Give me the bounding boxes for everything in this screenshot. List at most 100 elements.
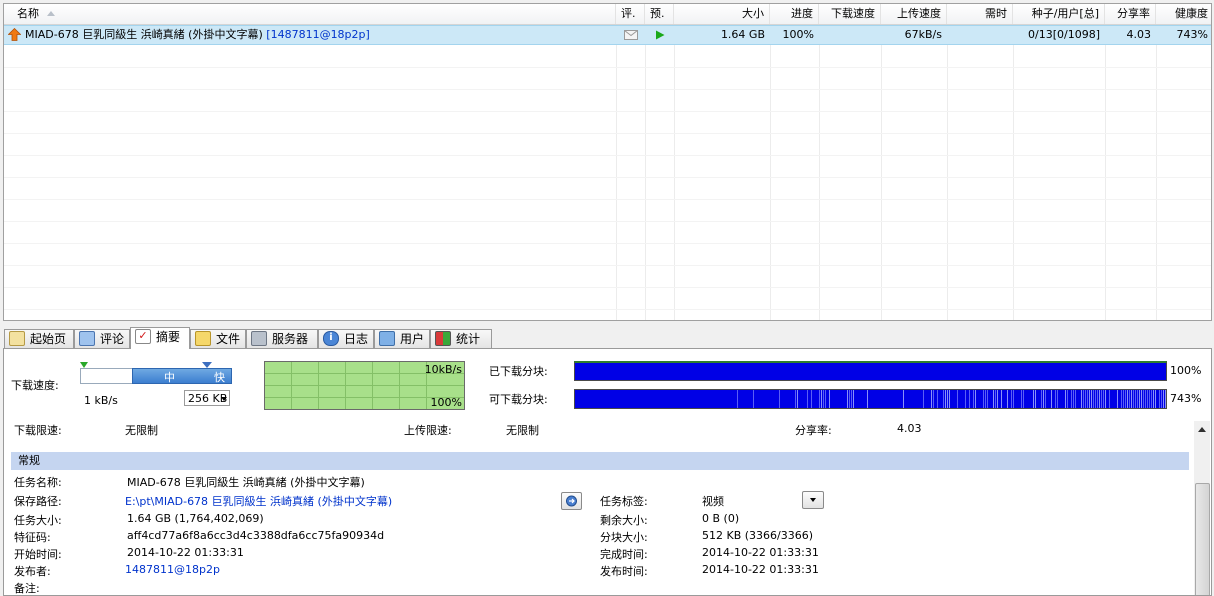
available-pieces-pct: 743% [1170,392,1202,405]
torrent-name: MIAD-678 巨乳同級生 浜崎真緒 (外掛中文字幕) [25,28,263,41]
availability-stripe [753,390,754,408]
chevron-down-icon [221,397,227,401]
availability-stripe [969,390,970,408]
comment-cell[interactable] [616,26,645,44]
availability-stripe [1149,390,1150,408]
speed-dropdown[interactable]: 256 KB [184,390,230,406]
availability-stripe [823,390,824,408]
availability-stripe [1159,390,1160,408]
upload-limit-label: 上传限速: [404,424,452,437]
column-header-progress[interactable]: 进度 [770,4,819,24]
open-folder-button[interactable] [561,492,582,510]
availability-stripe [1007,390,1008,408]
row-gridline [4,309,1211,310]
availability-stripe [1093,390,1094,408]
availability-stripe [847,390,848,408]
scrollbar-thumb[interactable] [1195,483,1210,595]
availability-stripe [1057,390,1058,408]
publish-time-value: 2014-10-22 01:33:31 [702,563,819,576]
tab-users[interactable]: 用户 [374,329,430,348]
speed-slider-thumb-icon[interactable] [202,362,212,368]
vertical-scrollbar[interactable] [1194,421,1210,595]
availability-stripe [1155,390,1156,408]
availability-stripe [867,390,868,408]
download-limit-value[interactable]: 无限制 [125,422,158,438]
column-header-ratio[interactable]: 分享率 [1105,4,1156,24]
downloaded-pieces-label: 已下载分块: [489,365,548,378]
row-gridline [4,287,1211,288]
task-name-value: MIAD-678 巨乳同級生 浜崎真緒 (外掛中文字幕) [127,476,365,489]
torrent-name-cell: MIAD-678 巨乳同級生 浜崎真緒 (外掛中文字幕) [1487811@18… [4,26,616,44]
availability-stripe [1083,390,1084,408]
row-gridline [4,243,1211,244]
column-gridline [616,45,617,320]
summary-check-icon: ✓ [135,329,151,344]
availability-stripe [993,390,994,408]
availability-stripe [779,390,780,408]
torrent-row[interactable]: MIAD-678 巨乳同級生 浜崎真緒 (外掛中文字幕) [1487811@18… [4,25,1211,45]
downloaded-pieces-bar [574,361,1167,381]
tab-files[interactable]: 文件 [190,329,246,348]
column-header-preview[interactable]: 预. [645,4,674,24]
speed-slider[interactable]: 中 快 [80,362,232,384]
column-header-download-speed[interactable]: 下载速度 [819,4,881,24]
log-info-icon: i [323,331,339,346]
home-page-icon [9,331,25,346]
availability-stripe [1099,390,1100,408]
row-gridline [4,177,1211,178]
tab-summary-label: 摘要 [156,330,181,344]
column-header-comment[interactable]: 评. [616,4,645,24]
column-header-upload-speed[interactable]: 上传速度 [881,4,947,24]
availability-stripe [973,390,974,408]
availability-stripe [1075,390,1076,408]
tab-stats[interactable]: 统计 [430,329,492,348]
upload-limit-value[interactable]: 无限制 [506,422,539,438]
task-tag-dropdown-button[interactable] [802,491,824,509]
availability-stripe [1125,390,1126,408]
row-gridline [4,89,1211,90]
availability-stripe [923,390,924,408]
column-header-health[interactable]: 健康度 [1156,4,1211,24]
availability-stripe [1071,390,1072,408]
save-path-link[interactable]: E:\pt\MIAD-678 巨乳同級生 浜崎真緒 (外掛中文字幕) [125,493,392,509]
availability-stripe [987,390,988,408]
tab-comment[interactable]: 评论 [74,329,130,348]
piece-size-value: 512 KB (3366/3366) [702,529,814,542]
availability-stripe [1103,390,1104,408]
availability-stripe [821,390,822,408]
tab-log[interactable]: i 日志 [318,329,374,348]
tab-stats-label: 统计 [456,332,481,346]
column-gridline [881,45,882,320]
availability-stripe [1035,390,1036,408]
preview-cell[interactable] [645,26,674,44]
publisher-link[interactable]: 1487811@18p2p [125,563,220,576]
row-gridline [4,199,1211,200]
envelope-icon [623,30,638,40]
availability-stripe [957,390,958,408]
torrent-list[interactable]: 名称 评. 预. 大小 进度 下载速度 上传速度 需时 种子/用户[总] 分享率… [3,3,1212,321]
row-gridline [4,265,1211,266]
column-header-size[interactable]: 大小 [674,4,770,24]
availability-stripe [829,390,830,408]
speed-min-marker-icon[interactable] [80,362,88,368]
scroll-up-arrow-icon[interactable] [1198,427,1206,432]
start-time-value: 2014-10-22 01:33:31 [127,546,244,559]
availability-stripe [853,390,854,408]
seeds-peers-cell: 0/13[0/1098] [1028,28,1100,41]
upload-speed-cell: 67kB/s [904,28,942,41]
server-icon [251,331,267,346]
column-header-seeds-peers[interactable]: 种子/用户[总] [1013,4,1105,24]
column-gridline [1156,45,1157,320]
availability-stripe [1045,390,1046,408]
tab-home-page[interactable]: 起始页 [4,329,74,348]
open-folder-icon [566,495,577,507]
column-header-name[interactable]: 名称 [4,4,616,24]
availability-stripe [1087,390,1088,408]
speed-mid-label: 中 [164,371,175,384]
column-header-eta[interactable]: 需时 [947,4,1013,24]
progress-cell: 100% [782,28,814,41]
tab-servers[interactable]: 服务器 [246,329,318,348]
availability-stripe [1143,390,1144,408]
availability-stripe [1129,390,1130,408]
tab-summary[interactable]: ✓ 摘要 [130,327,190,349]
